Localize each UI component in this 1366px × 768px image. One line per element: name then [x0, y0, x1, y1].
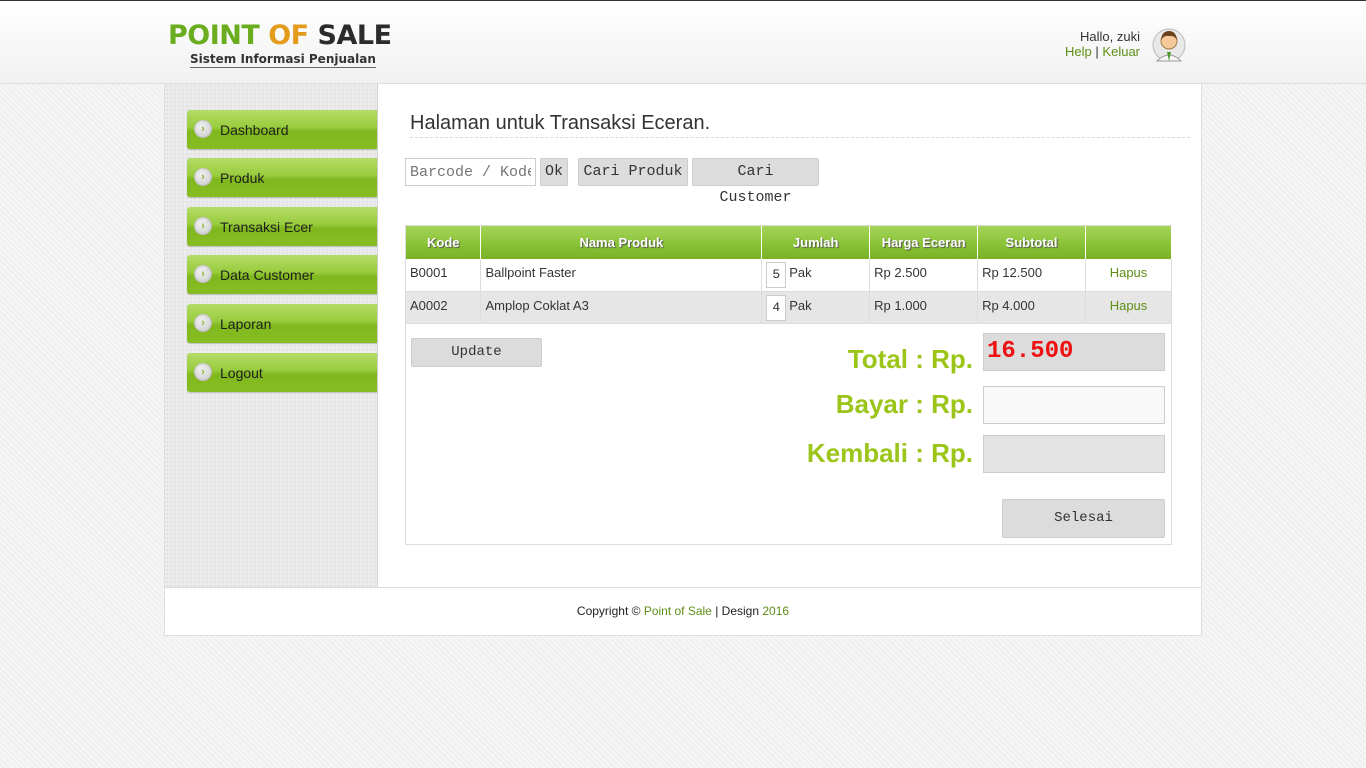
footer-year-link[interactable]: 2016	[762, 604, 789, 618]
total-label: Total : Rp.	[847, 344, 973, 374]
sidebar-item-logout[interactable]: › Logout	[187, 353, 377, 392]
logo-word-sale: SALE	[317, 20, 393, 51]
sidebar-item-dashboard[interactable]: › Dashboard	[187, 110, 377, 149]
page-title: Halaman untuk Transaksi Eceran.	[410, 112, 1190, 138]
main-container: › Dashboard › Produk › Transaksi Ecer › …	[164, 83, 1202, 636]
header: POINT OF SALE Sistem Informasi Penjualan…	[0, 0, 1366, 84]
cell-action: Hapus	[1085, 259, 1172, 292]
transaction-panel: Kode Nama Produk Jumlah Harga Eceran Sub…	[405, 225, 1172, 545]
cell-harga: Rp 2.500	[869, 259, 979, 292]
bayar-label: Bayar : Rp.	[835, 389, 973, 419]
finish-button[interactable]: Selesai	[1002, 499, 1165, 538]
sidebar-item-label: Produk	[220, 170, 265, 186]
quantity-input[interactable]: 5	[766, 262, 787, 288]
sidebar: › Dashboard › Produk › Transaksi Ecer › …	[165, 84, 378, 587]
column-header-harga-eceran: Harga Eceran	[869, 226, 979, 259]
find-product-button[interactable]: Cari Produk	[578, 158, 688, 186]
cart-table: Kode Nama Produk Jumlah Harga Eceran Sub…	[406, 226, 1172, 324]
ok-button[interactable]: Ok	[540, 158, 568, 186]
column-header-action	[1085, 226, 1172, 259]
footer: Copyright © Point of Sale | Design 2016	[165, 587, 1201, 635]
column-header-kode: Kode	[406, 226, 482, 259]
cell-jumlah: 5 Pak	[761, 259, 871, 292]
footer-design: | Design	[715, 604, 760, 618]
footer-copyright: Copyright ©	[576, 604, 641, 618]
table-row: B0001 Ballpoint Faster 5 Pak Rp 2.500 Rp …	[406, 259, 1172, 292]
logo-subtitle: Sistem Informasi Penjualan	[190, 52, 376, 68]
sidebar-item-data-customer[interactable]: › Data Customer	[187, 255, 377, 294]
sidebar-item-produk[interactable]: › Produk	[187, 158, 377, 197]
user-box: Hallo, zuki Help | Keluar	[1065, 29, 1140, 59]
table-header-row: Kode Nama Produk Jumlah Harga Eceran Sub…	[406, 226, 1172, 259]
kembali-label: Kembali : Rp.	[806, 438, 973, 468]
quantity-unit: Pak	[789, 265, 812, 280]
arrow-right-icon: ›	[194, 217, 212, 235]
quantity-input[interactable]: 4	[766, 294, 787, 321]
kembali-value	[983, 435, 1165, 473]
cell-kode: B0001	[406, 259, 482, 292]
cell-jumlah: 4 Pak	[761, 291, 871, 324]
sidebar-item-label: Dashboard	[220, 122, 289, 138]
user-greeting: Hallo, zuki	[1080, 29, 1140, 44]
content: Halaman untuk Transaksi Eceran. Ok Cari …	[379, 84, 1201, 587]
cell-subtotal: Rp 12.500	[977, 259, 1086, 292]
logo-word-point: POINT	[168, 20, 260, 51]
logo: POINT OF SALE Sistem Informasi Penjualan	[168, 21, 392, 68]
sidebar-item-label: Transaksi Ecer	[220, 219, 313, 235]
quantity-unit: Pak	[789, 297, 812, 313]
cell-subtotal: Rp 4.000	[977, 291, 1086, 324]
column-header-nama-produk: Nama Produk	[480, 226, 763, 259]
user-links-separator: |	[1095, 44, 1099, 59]
sidebar-item-laporan[interactable]: › Laporan	[187, 304, 377, 343]
cell-kode: A0002	[406, 291, 482, 324]
bayar-input[interactable]	[983, 386, 1165, 424]
sidebar-item-label: Laporan	[220, 316, 272, 332]
logout-link[interactable]: Keluar	[1102, 44, 1140, 59]
arrow-right-icon: ›	[194, 120, 212, 138]
arrow-right-icon: ›	[194, 168, 212, 186]
cell-nama: Amplop Coklat A3	[480, 291, 763, 324]
table-row: A0002 Amplop Coklat A3 4 Pak Rp 1.000 Rp …	[406, 291, 1172, 324]
footer-brand-link[interactable]: Point of Sale	[644, 604, 712, 618]
find-customer-button[interactable]: Cari Customer	[692, 158, 819, 206]
column-header-jumlah: Jumlah	[761, 226, 871, 259]
total-value: 16.500	[983, 333, 1165, 371]
user-avatar-icon	[1152, 28, 1186, 62]
arrow-right-icon: ›	[194, 314, 212, 332]
help-link[interactable]: Help	[1065, 44, 1092, 59]
sidebar-item-label: Data Customer	[220, 267, 315, 283]
cell-nama: Ballpoint Faster	[480, 259, 763, 292]
logo-word-of: OF	[268, 20, 309, 51]
delete-link[interactable]: Hapus	[1110, 265, 1148, 280]
cell-action: Hapus	[1085, 291, 1172, 324]
delete-link[interactable]: Hapus	[1110, 298, 1148, 313]
update-button[interactable]: Update	[411, 338, 542, 367]
barcode-input[interactable]	[405, 158, 536, 186]
cell-harga: Rp 1.000	[869, 291, 979, 324]
column-header-subtotal: Subtotal	[977, 226, 1086, 259]
arrow-right-icon: ›	[194, 265, 212, 283]
arrow-right-icon: ›	[194, 363, 212, 381]
sidebar-item-label: Logout	[220, 365, 263, 381]
sidebar-item-transaksi-ecer[interactable]: › Transaksi Ecer	[187, 207, 377, 246]
